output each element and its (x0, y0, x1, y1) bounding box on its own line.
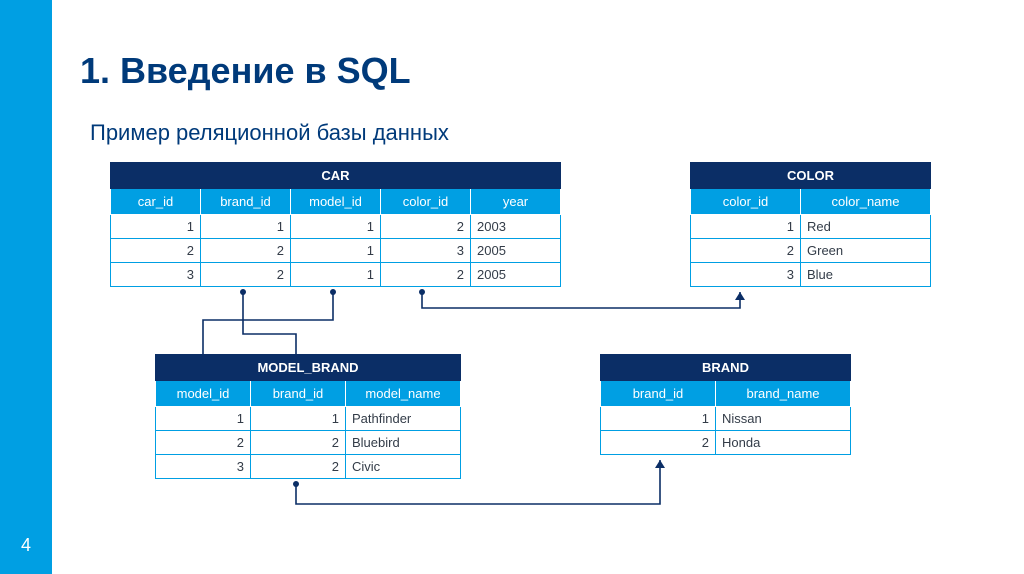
cell: 2 (691, 239, 801, 263)
column-header: year (471, 189, 561, 215)
cell: 2 (156, 431, 251, 455)
cell: 2 (381, 263, 471, 287)
table-brand: BRAND brand_id brand_name 1 Nissan 2 Hon… (600, 354, 851, 455)
slide-heading: 1. Введение в SQL (80, 50, 994, 92)
table-row: 1 1 1 2 2003 (111, 215, 561, 239)
table-row: 2 Green (691, 239, 931, 263)
column-header: model_id (156, 381, 251, 407)
table-title: MODEL_BRAND (156, 355, 461, 381)
table-row: 3 2 Civic (156, 455, 461, 479)
cell: Bluebird (346, 431, 461, 455)
cell: 2 (111, 239, 201, 263)
cell: 1 (201, 215, 291, 239)
cell: 2005 (471, 263, 561, 287)
cell: 1 (291, 239, 381, 263)
cell: Pathfinder (346, 407, 461, 431)
cell: Civic (346, 455, 461, 479)
cell: 2005 (471, 239, 561, 263)
column-header: color_id (691, 189, 801, 215)
column-header: color_name (801, 189, 931, 215)
cell: 1 (251, 407, 346, 431)
table-title: BRAND (601, 355, 851, 381)
column-header: brand_id (251, 381, 346, 407)
table-row: 1 Red (691, 215, 931, 239)
slide-content: 1. Введение в SQL Пример реляционной баз… (80, 50, 994, 522)
cell: 3 (381, 239, 471, 263)
cell: Red (801, 215, 931, 239)
page-number: 4 (0, 535, 52, 556)
table-row: 3 2 1 2 2005 (111, 263, 561, 287)
cell: 2 (201, 263, 291, 287)
cell: 2003 (471, 215, 561, 239)
table-row: 1 1 Pathfinder (156, 407, 461, 431)
cell: 2 (201, 239, 291, 263)
cell: Blue (801, 263, 931, 287)
column-header: brand_id (601, 381, 716, 407)
table-title: COLOR (691, 163, 931, 189)
cell: 2 (251, 431, 346, 455)
cell: Honda (716, 431, 851, 455)
slide-subtitle: Пример реляционной базы данных (90, 120, 994, 146)
column-header: color_id (381, 189, 471, 215)
cell: 2 (381, 215, 471, 239)
table-row: 2 Honda (601, 431, 851, 455)
cell: 1 (691, 215, 801, 239)
cell: 2 (601, 431, 716, 455)
table-car: CAR car_id brand_id model_id color_id ye… (110, 162, 561, 287)
table-title: CAR (111, 163, 561, 189)
cell: Green (801, 239, 931, 263)
cell: 1 (111, 215, 201, 239)
table-model-brand: MODEL_BRAND model_id brand_id model_name… (155, 354, 461, 479)
cell: 1 (156, 407, 251, 431)
cell: 1 (291, 263, 381, 287)
cell: 1 (291, 215, 381, 239)
table-row: 1 Nissan (601, 407, 851, 431)
table-row: 2 2 1 3 2005 (111, 239, 561, 263)
column-header: brand_id (201, 189, 291, 215)
sidebar-accent (0, 0, 52, 574)
column-header: model_id (291, 189, 381, 215)
column-header: model_name (346, 381, 461, 407)
table-row: 3 Blue (691, 263, 931, 287)
table-row: 2 2 Bluebird (156, 431, 461, 455)
cell: Nissan (716, 407, 851, 431)
cell: 3 (691, 263, 801, 287)
column-header: brand_name (716, 381, 851, 407)
cell: 3 (156, 455, 251, 479)
table-color: COLOR color_id color_name 1 Red 2 Green … (690, 162, 931, 287)
column-header: car_id (111, 189, 201, 215)
erd-canvas: CAR car_id brand_id model_id color_id ye… (80, 162, 980, 522)
cell: 3 (111, 263, 201, 287)
cell: 1 (601, 407, 716, 431)
cell: 2 (251, 455, 346, 479)
